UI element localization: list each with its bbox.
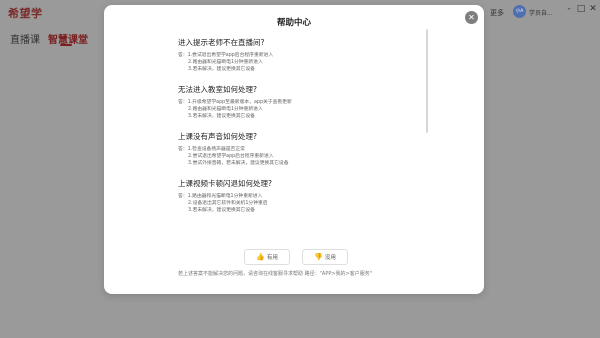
- faq-item: 进入提示老师不在直播间? 答：1.尝试退出希望学app后台程序重新进入 2.路由…: [178, 38, 418, 73]
- minimize-icon[interactable]: -: [564, 4, 574, 14]
- help-center-modal: 帮助中心 ✕ 进入提示老师不在直播间? 答：1.尝试退出希望学app后台程序重新…: [104, 5, 484, 294]
- unhelpful-button[interactable]: 👎 没用: [302, 249, 348, 265]
- faq-question: 进入提示老师不在直播间?: [178, 38, 265, 47]
- avatar[interactable]: 小A: [513, 5, 526, 18]
- faq-answer-line: 3.若未解决，建议更换其它设备: [188, 67, 255, 72]
- faq-question: 上课视频卡顿闪退如何处理?: [178, 179, 272, 188]
- helpful-label: 有用: [266, 255, 278, 261]
- active-tab-indicator: [60, 44, 72, 46]
- close-window-icon[interactable]: ✕: [588, 4, 598, 14]
- app-logo: 希望学: [8, 7, 43, 20]
- faq-item: 上课没有声音如何处理? 答：1.检查设备扬声器是否正常 2.尝试退出希望学app…: [178, 132, 418, 167]
- user-name[interactable]: 学员自...: [529, 8, 553, 17]
- faq-answer-line: 答：1.路由器和光猫断电1分钟重新进入: [178, 194, 263, 199]
- faq-answer-line: 2.设备退出其它软件和关机1分钟重启: [188, 201, 268, 206]
- faq-answer-line: 答：1.检查设备扬声器是否正常: [178, 147, 245, 152]
- faq-answer-line: 答：1.升级希望学app至最新版本，app关于查看更新: [178, 100, 292, 105]
- unhelpful-label: 没用: [324, 255, 336, 261]
- faq-answer-line: 答：1.尝试退出希望学app后台程序重新进入: [178, 53, 274, 58]
- tab-live-class[interactable]: 直播课: [10, 31, 40, 46]
- scrollbar[interactable]: [426, 29, 428, 133]
- faq-answer-line: 3.若未解决，建议更换其它设备: [188, 114, 255, 119]
- thumbs-up-icon: 👍: [256, 253, 265, 261]
- thumbs-down-icon: 👎: [314, 253, 323, 261]
- faq-question: 无法进入教室如何处理?: [178, 85, 257, 94]
- maximize-icon[interactable]: □: [576, 4, 586, 14]
- close-icon[interactable]: ✕: [465, 11, 478, 24]
- faq-answer-line: 3.尝试外接音箱，若未解决，建议更换其它设备: [188, 161, 289, 166]
- faq-question: 上课没有声音如何处理?: [178, 132, 257, 141]
- faq-answer-line: 3.若未解决，建议更换其它设备: [188, 208, 255, 213]
- modal-title: 帮助中心: [276, 18, 311, 28]
- faq-list: 进入提示老师不在直播间? 答：1.尝试退出希望学app后台程序重新进入 2.路由…: [178, 38, 418, 226]
- faq-item: 上课视频卡顿闪退如何处理? 答：1.路由器和光猫断电1分钟重新进入 2.设备退出…: [178, 179, 418, 214]
- more-link[interactable]: 更多: [490, 8, 504, 18]
- helpful-button[interactable]: 👍 有用: [244, 249, 290, 265]
- faq-answer-line: 2.尝试退出希望学app后台程序重新进入: [188, 154, 274, 159]
- faq-answer-line: 2.路由器和光猫断电1分钟重新进入: [188, 107, 263, 112]
- faq-item: 无法进入教室如何处理? 答：1.升级希望学app至最新版本，app关于查看更新 …: [178, 85, 418, 120]
- faq-answer-line: 2.路由器和光猫断电1分钟重新进入: [188, 60, 263, 65]
- footer-note: 若上述答案不能解决您的问题，请咨询在线客服寻求帮助 路径："APP>我的>客户服…: [178, 271, 373, 277]
